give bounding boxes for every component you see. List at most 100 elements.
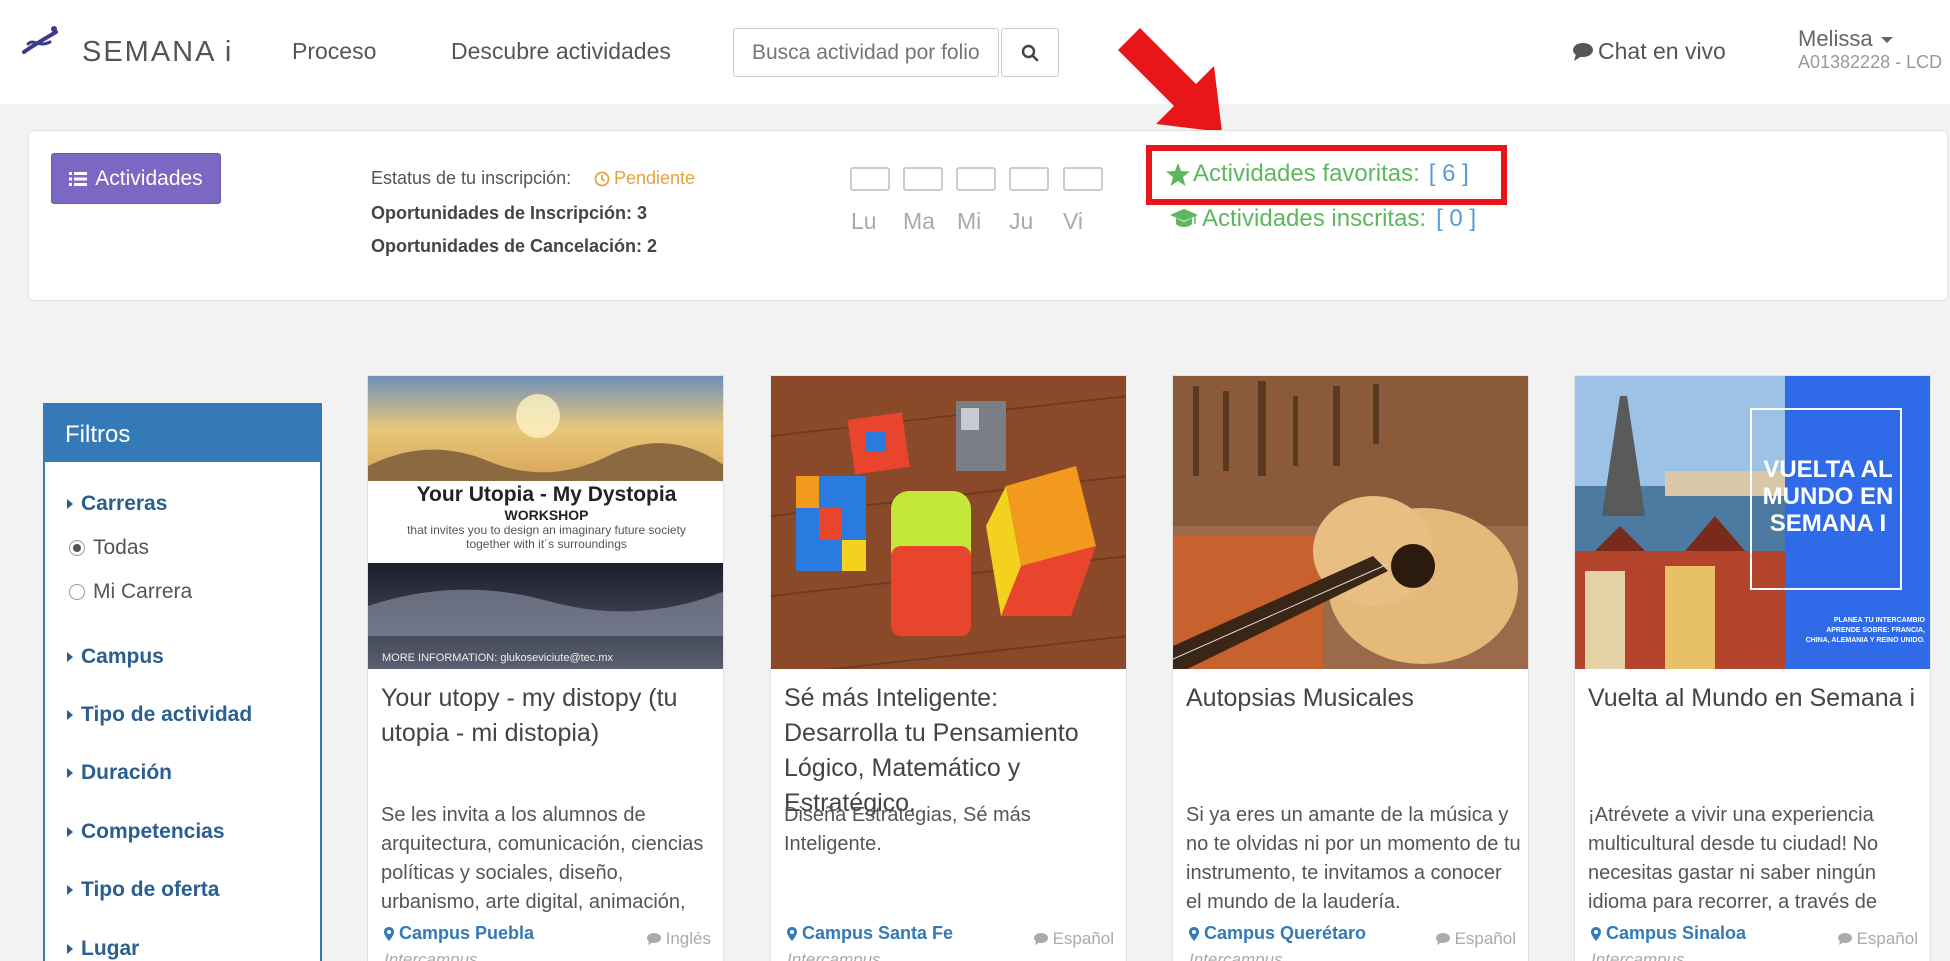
list-icon [69, 171, 88, 186]
card-description: Si ya eres un amante de la música y no t… [1186, 804, 1521, 913]
caret-right-icon [67, 944, 73, 954]
status-value: Pendiente [614, 168, 696, 188]
enrolled-activities-link[interactable]: Actividades inscritas: [ 0 ] [1170, 205, 1476, 233]
logo-text[interactable]: SEMANA i [82, 36, 233, 69]
top-navbar: SEMANA i Proceso Descubre actividades Ch… [0, 0, 1950, 104]
card-image-world: VUELTA AL MUNDO EN SEMANA I PLANEA TU IN… [1575, 376, 1930, 669]
caret-right-icon [67, 827, 73, 837]
enrolled-count: [ 0 ] [1436, 205, 1477, 232]
favorites-highlight-box [1146, 145, 1507, 205]
day-box-ma [903, 167, 943, 191]
user-id: A01382228 - LCD [1798, 52, 1943, 72]
card-title[interactable]: Your utopy - my distopy (tu utopia - mi … [381, 681, 711, 751]
map-marker-icon [787, 926, 797, 941]
card-campus: Campus Querétaro [1189, 923, 1366, 944]
filter-duracion[interactable]: Duración [67, 761, 172, 785]
search-button[interactable] [1001, 28, 1059, 77]
card-subtitle: Intercampus [1591, 950, 1685, 961]
card-campus: Campus Puebla [384, 923, 534, 944]
filter-tipo-oferta-label: Tipo de oferta [81, 878, 220, 901]
filter-tipo-oferta[interactable]: Tipo de oferta [67, 878, 219, 902]
card-title[interactable]: Sé más Inteligente: Desarrolla tu Pensam… [784, 681, 1114, 821]
image-footer: MORE INFORMATION: glukoseviciute@tec.mx [382, 652, 613, 664]
card-title[interactable]: Autopsias Musicales [1186, 681, 1516, 716]
filters-title: Filtros [45, 405, 320, 462]
radio-mi-carrera[interactable]: Mi Carrera [69, 580, 192, 604]
chat-en-vivo-link[interactable]: Chat en vivo [1572, 38, 1726, 65]
filters-panel: Filtros Carreras Todas Mi Carrera Campus… [43, 403, 322, 961]
card-campus: Campus Sinaloa [1591, 923, 1746, 944]
card-description: Se les invita a los alumnos de arquitect… [381, 804, 704, 913]
actividades-button[interactable]: Actividades [51, 153, 221, 204]
day-box-vi [1063, 167, 1103, 191]
radio-todas[interactable]: Todas [69, 536, 149, 560]
filter-duracion-label: Duración [81, 761, 173, 784]
radio-todas-label: Todas [93, 536, 150, 559]
card-language-label: Inglés [665, 929, 711, 948]
card-campus-label: Campus Querétaro [1204, 923, 1367, 943]
activity-card[interactable]: VUELTA AL MUNDO EN SEMANA I PLANEA TU IN… [1574, 375, 1931, 961]
actividades-button-label: Actividades [95, 166, 203, 190]
user-name: Melissa [1798, 26, 1873, 51]
image-title: Your Utopia - My Dystopia [416, 483, 677, 506]
card-campus-label: Campus Santa Fe [802, 923, 954, 943]
card-description: ¡Atrévete a vivir una experiencia multic… [1588, 804, 1879, 913]
status-label: Estatus de tu inscripción: [371, 168, 572, 188]
card-description: Diseña Estrategias, Sé más Inteligente. [784, 804, 1031, 855]
comments-icon [1435, 932, 1450, 945]
filter-tipo-actividad-label: Tipo de actividad [81, 703, 253, 726]
filter-carreras[interactable]: Carreras [67, 492, 167, 516]
filter-lugar-label: Lugar [81, 937, 140, 960]
card-language: Español [1033, 929, 1114, 949]
day-box-lu [850, 167, 890, 191]
card-subtitle: Intercampus [1189, 950, 1283, 961]
filter-competencias-label: Competencias [81, 820, 225, 843]
filter-tipo-actividad[interactable]: Tipo de actividad [67, 703, 252, 727]
card-subtitle: Intercampus [384, 950, 478, 961]
card-language: Español [1435, 929, 1516, 949]
user-menu[interactable]: Melissa [1798, 26, 1893, 52]
card-title[interactable]: Vuelta al Mundo en Semana i [1588, 681, 1918, 716]
card-subtitle: Intercampus [787, 950, 881, 961]
image-text: that invites you to design an imaginary … [407, 523, 686, 551]
card-language: Inglés [646, 929, 711, 949]
activity-card[interactable]: Your Utopia - My Dystopia WORKSHOP that … [367, 375, 724, 961]
filter-competencias[interactable]: Competencias [67, 820, 225, 844]
graduation-cap-icon [1170, 209, 1198, 227]
image-title: VUELTA AL MUNDO EN SEMANA I [1762, 456, 1894, 537]
day-box-ju [1009, 167, 1049, 191]
filter-campus[interactable]: Campus [67, 645, 164, 669]
caret-right-icon [67, 499, 73, 509]
card-language-label: Español [1052, 929, 1114, 948]
search-input[interactable] [733, 28, 999, 77]
semana-i-logo-icon[interactable] [20, 26, 60, 60]
day-label-ju: Ju [1009, 208, 1034, 234]
nav-descubre-actividades[interactable]: Descubre actividades [451, 38, 671, 65]
day-label-ma: Ma [903, 208, 935, 234]
clock-icon [594, 171, 610, 186]
filter-campus-label: Campus [81, 645, 164, 668]
status-badge: Pendiente [594, 168, 695, 189]
comments-icon [1033, 932, 1048, 945]
activity-card[interactable]: Autopsias Musicales Si ya eres un amante… [1172, 375, 1529, 961]
caret-right-icon [67, 710, 73, 720]
card-image-utopia: Your Utopia - My Dystopia WORKSHOP that … [368, 376, 723, 669]
card-language: Español [1837, 929, 1918, 949]
filter-lugar[interactable]: Lugar [67, 937, 139, 961]
cancel-opportunities: Oportunidades de Cancelación: 2 [371, 236, 658, 256]
map-marker-icon [1591, 926, 1601, 941]
caret-right-icon [67, 768, 73, 778]
card-campus-label: Campus Puebla [399, 923, 535, 943]
chat-label: Chat en vivo [1598, 38, 1726, 64]
card-language-label: Español [1856, 929, 1918, 948]
caret-down-icon [1880, 37, 1893, 44]
activity-card[interactable]: Sé más Inteligente: Desarrolla tu Pensam… [770, 375, 1127, 961]
day-box-mi [956, 167, 996, 191]
map-marker-icon [384, 926, 394, 941]
card-campus: Campus Santa Fe [787, 923, 953, 944]
day-label-lu: Lu [851, 208, 877, 234]
radio-unselected-icon [69, 584, 85, 600]
caret-right-icon [67, 652, 73, 662]
nav-proceso[interactable]: Proceso [292, 38, 376, 65]
chat-icon [1573, 42, 1593, 61]
